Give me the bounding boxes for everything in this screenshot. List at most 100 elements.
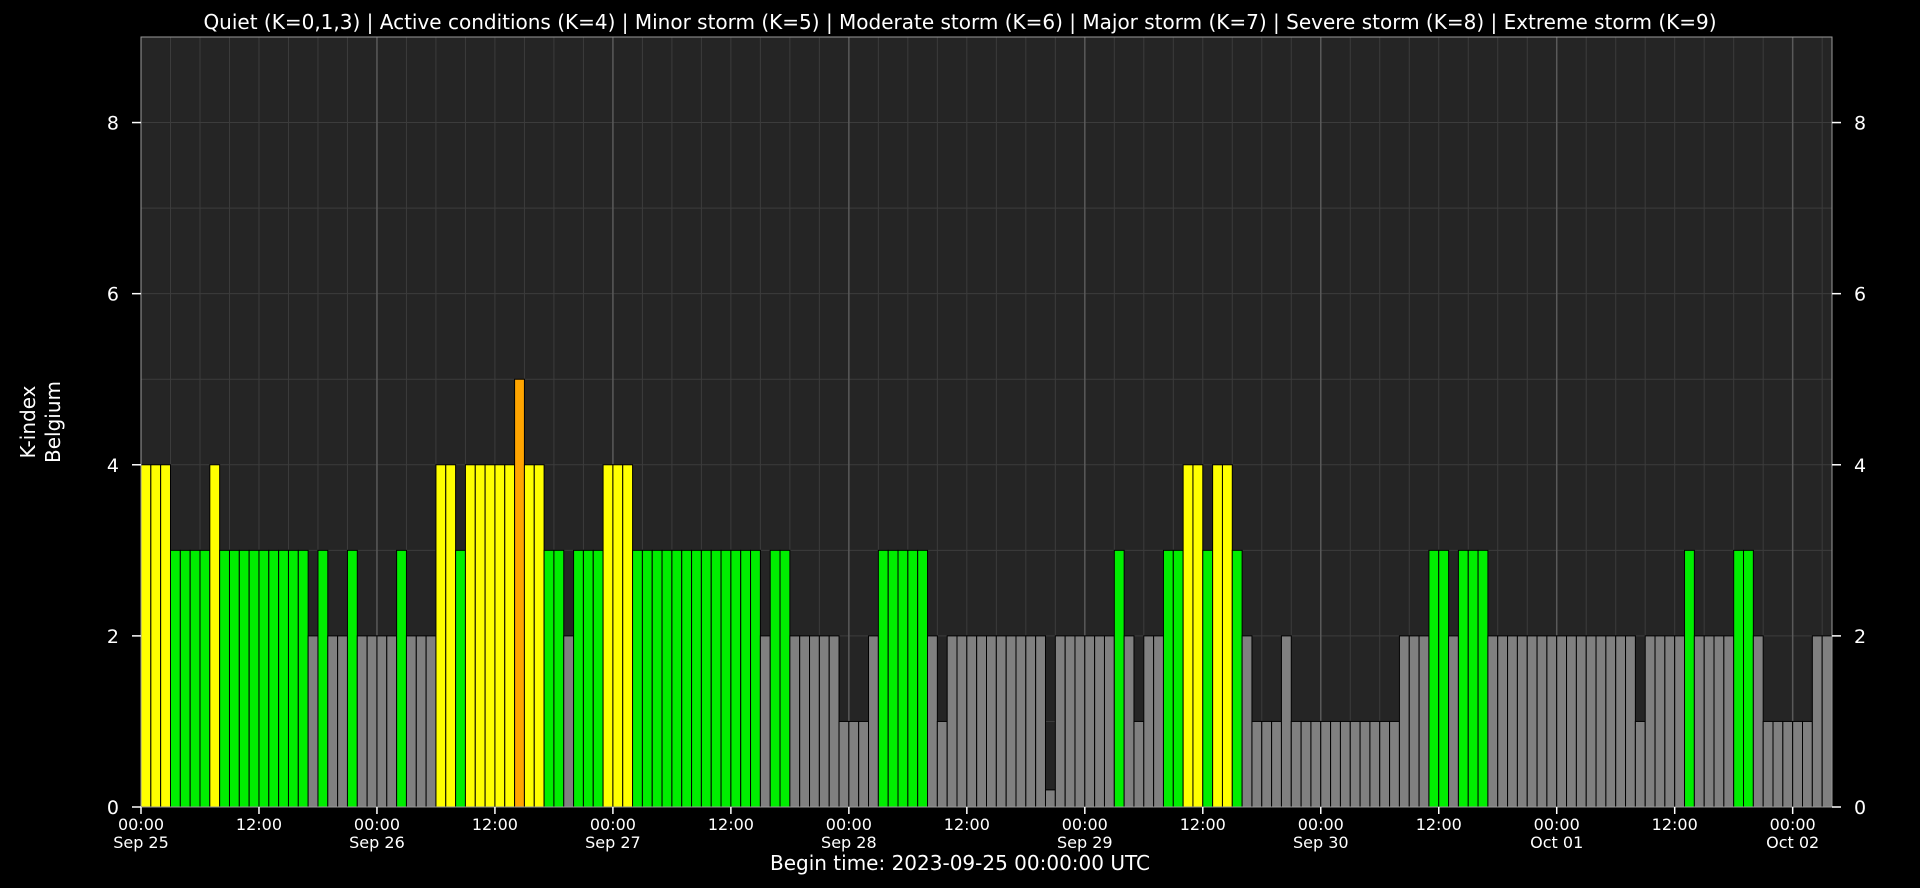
x-tick-time-label: 00:00 xyxy=(354,815,400,834)
k-index-bar xyxy=(1035,635,1046,808)
k-index-bar xyxy=(405,635,417,808)
k-index-bar xyxy=(1713,635,1725,808)
k-index-bar xyxy=(700,549,712,808)
k-index-bar xyxy=(140,464,152,808)
k-index-bar xyxy=(1025,635,1037,808)
k-index-bar xyxy=(779,549,791,808)
k-index-bar xyxy=(386,635,398,808)
k-index-bar xyxy=(1280,635,1292,808)
k-index-bar xyxy=(189,549,201,808)
k-index-bar xyxy=(346,549,358,808)
k-index-bar xyxy=(238,549,250,808)
y-axis-label-line2: Belgium xyxy=(41,381,65,463)
x-tick-date-label: Sep 29 xyxy=(1057,833,1113,852)
x-axis-label: Begin time: 2023-09-25 00:00:00 UTC xyxy=(770,851,1150,875)
k-index-bar xyxy=(759,635,771,808)
k-index-bar xyxy=(258,549,270,808)
k-index-bar xyxy=(1595,635,1607,808)
k-index-bar xyxy=(484,464,496,808)
k-index-bar xyxy=(1684,549,1695,808)
k-index-chart: 02468 02468 00:00Sep 2512:00 00:00Sep 261… xyxy=(0,0,1920,888)
x-tick-time-label: 00:00 xyxy=(1298,815,1344,834)
k-index-bar xyxy=(248,549,260,808)
k-index-bar xyxy=(1703,635,1715,808)
k-index-bar xyxy=(1339,720,1351,808)
k-index-bar xyxy=(1320,720,1332,808)
y-tick-label: 8 xyxy=(107,113,119,135)
k-index-bar xyxy=(1418,635,1430,808)
k-index-bar xyxy=(209,464,221,808)
k-index-bar xyxy=(1792,720,1804,808)
k-index-bar xyxy=(1575,635,1587,808)
k-index-bar xyxy=(966,635,978,808)
k-index-bar xyxy=(1241,635,1253,808)
k-index-bar xyxy=(1585,635,1597,808)
y-tick-label-right: 6 xyxy=(1854,284,1866,306)
k-index-bar xyxy=(602,464,614,808)
k-index-bar xyxy=(1536,635,1548,808)
k-index-bar xyxy=(887,549,899,808)
k-index-bar xyxy=(445,464,457,808)
k-index-bar xyxy=(1408,635,1420,808)
k-index-bar xyxy=(1802,720,1813,808)
x-tick-date-label: Sep 26 xyxy=(349,833,405,852)
y-tick-label: 6 xyxy=(107,284,119,306)
k-index-bar xyxy=(976,635,987,808)
y-tick-label-right: 4 xyxy=(1854,455,1866,477)
k-index-bar xyxy=(1221,464,1233,808)
x-tick-date-label: Oct 01 xyxy=(1530,833,1583,852)
k-index-bar xyxy=(356,635,368,808)
k-index-bar xyxy=(1615,635,1627,808)
k-index-bar xyxy=(1723,635,1735,808)
k-index-bar xyxy=(897,549,909,808)
k-index-bar xyxy=(582,549,594,808)
k-index-bar xyxy=(523,464,535,808)
k-index-bar xyxy=(1556,635,1568,808)
k-index-bar xyxy=(455,549,466,808)
k-index-bar xyxy=(956,635,968,808)
k-index-bar xyxy=(1811,635,1823,808)
k-index-bar xyxy=(435,464,447,808)
k-index-bar xyxy=(297,549,309,808)
k-index-bar xyxy=(1379,720,1391,808)
k-index-bar xyxy=(1664,635,1676,808)
k-index-bar xyxy=(1044,789,1056,808)
k-index-bar xyxy=(1143,635,1155,808)
k-index-bar xyxy=(1566,635,1577,808)
k-index-bar xyxy=(632,549,643,808)
k-index-bar xyxy=(1369,720,1381,808)
k-index-bar xyxy=(1290,720,1302,808)
k-index-bar xyxy=(818,635,830,808)
k-index-bar xyxy=(1398,635,1410,808)
k-index-bar xyxy=(710,549,722,808)
x-tick-time-label: 12:00 xyxy=(236,815,282,834)
k-index-bar xyxy=(327,635,339,808)
k-index-bar xyxy=(1733,549,1745,808)
k-index-bar xyxy=(464,464,476,808)
k-index-bar xyxy=(1182,464,1194,808)
k-index-bar xyxy=(1212,464,1223,808)
x-tick-date-label: Sep 28 xyxy=(821,833,877,852)
k-index-bar xyxy=(1467,549,1479,808)
k-index-bar xyxy=(1821,635,1833,808)
x-tick-time-label: 12:00 xyxy=(1180,815,1226,834)
k-index-bar xyxy=(179,549,191,808)
k-index-bar xyxy=(1487,635,1499,808)
k-index-bar xyxy=(769,549,781,808)
k-index-bar xyxy=(789,635,801,808)
k-index-bar xyxy=(366,635,378,808)
k-index-bar xyxy=(799,635,811,808)
k-index-bar xyxy=(160,464,171,808)
x-tick-time-label: 12:00 xyxy=(1652,815,1698,834)
k-index-bar xyxy=(730,549,742,808)
k-index-bar xyxy=(1094,635,1105,808)
k-index-bar xyxy=(1162,549,1174,808)
k-index-bar xyxy=(1231,549,1243,808)
k-index-bar xyxy=(1477,549,1489,808)
k-index-bar xyxy=(1349,720,1361,808)
k-index-bar xyxy=(750,549,761,808)
k-index-bar xyxy=(1202,549,1214,808)
k-index-bar xyxy=(907,549,919,808)
x-tick-time-label: 12:00 xyxy=(708,815,754,834)
y-tick-label: 4 xyxy=(107,455,119,477)
